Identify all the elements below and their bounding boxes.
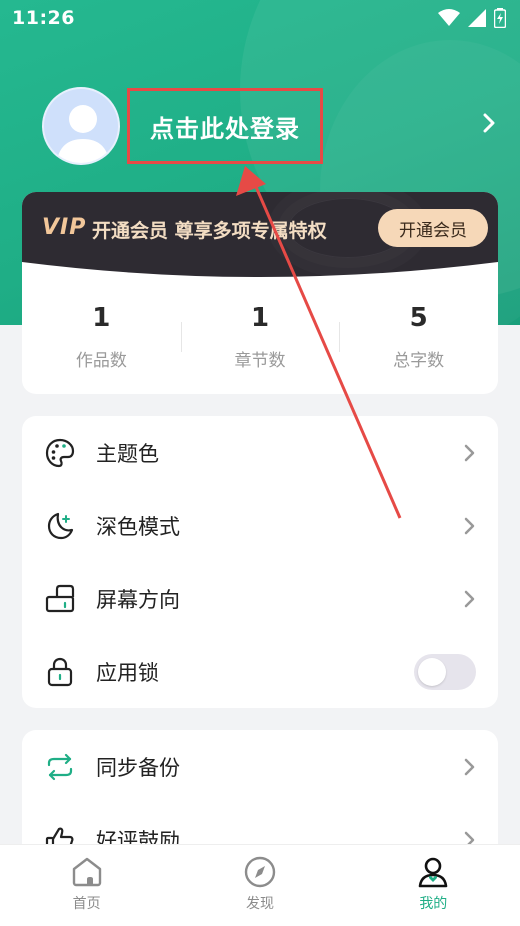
status-time: 11:26 [12,7,75,29]
menu-item-theme-color[interactable]: 主题色 [22,416,498,489]
stat-chapters[interactable]: 1 章节数 [180,300,340,376]
chevron-right-icon [464,758,475,775]
lock-icon [44,656,76,688]
profile-icon [419,857,448,888]
menu-label: 屏幕方向 [96,587,180,612]
stat-word-count[interactable]: 5 总字数 [339,300,498,376]
chevron-right-icon [464,590,475,607]
wifi-icon [438,9,460,26]
stat-label: 总字数 [393,351,445,371]
menu-item-screen-orientation[interactable]: 屏幕方向 [22,562,498,635]
chevron-right-icon [464,517,475,534]
stat-value: 5 [409,303,428,333]
tab-label: 我的 [419,896,448,912]
menu-item-dark-mode[interactable]: 深色模式 [22,489,498,562]
sync-icon [44,751,76,783]
chevron-right-icon[interactable] [482,112,496,134]
default-avatar-icon [56,105,110,163]
app-lock-toggle[interactable] [414,653,476,690]
tab-discover[interactable]: 发现 [173,845,346,926]
palette-icon [44,437,76,469]
compass-icon [244,856,276,888]
vip-promo-text: 开通会员 尊享多项专属特权 [92,220,327,242]
tab-label: 首页 [72,896,101,912]
menu-item-app-lock[interactable]: 应用锁 [22,635,498,708]
vip-banner[interactable]: VIP 开通会员 尊享多项专属特权 开通会员 [22,192,498,280]
bottom-tab-bar: 首页 发现 我的 [0,844,520,926]
stat-value: 1 [92,303,111,333]
avatar[interactable] [42,87,120,165]
menu-label: 应用锁 [96,660,159,685]
signal-icon [468,9,486,27]
status-icons [438,8,506,28]
settings-menu: 主题色 深色模式 屏幕方向 应用锁 [22,416,498,708]
stat-label: 章节数 [234,351,286,371]
stat-label: 作品数 [75,351,127,371]
chevron-right-icon [464,444,475,461]
stat-value: 1 [250,303,270,333]
home-icon [72,857,101,887]
tab-home[interactable]: 首页 [0,845,173,926]
stats-card: VIP 开通会员 尊享多项专属特权 开通会员 1 作品数 1 章节数 5 总字数 [22,192,498,394]
screen-rotation-icon [44,583,76,615]
menu-label: 主题色 [96,441,159,466]
status-bar: 11:26 [0,0,520,36]
toggle-knob [418,657,446,686]
stats-row: 1 作品数 1 章节数 5 总字数 [22,300,498,376]
tab-mine[interactable]: 我的 [347,845,520,926]
menu-label: 深色模式 [96,514,180,539]
login-button[interactable]: 点击此处登录 [127,88,323,164]
menu-label: 同步备份 [96,755,180,780]
battery-icon [494,8,506,28]
tab-label: 发现 [245,896,274,912]
profile-header[interactable]: 点击此处登录 [0,84,520,168]
menu-item-sync-backup[interactable]: 同步备份 [22,730,498,803]
vip-logo: VIP [42,215,87,240]
open-vip-button[interactable]: 开通会员 [378,209,488,247]
stat-works[interactable]: 1 作品数 [22,300,181,376]
moon-icon [44,510,76,542]
login-text: 点击此处登录 [150,114,300,143]
